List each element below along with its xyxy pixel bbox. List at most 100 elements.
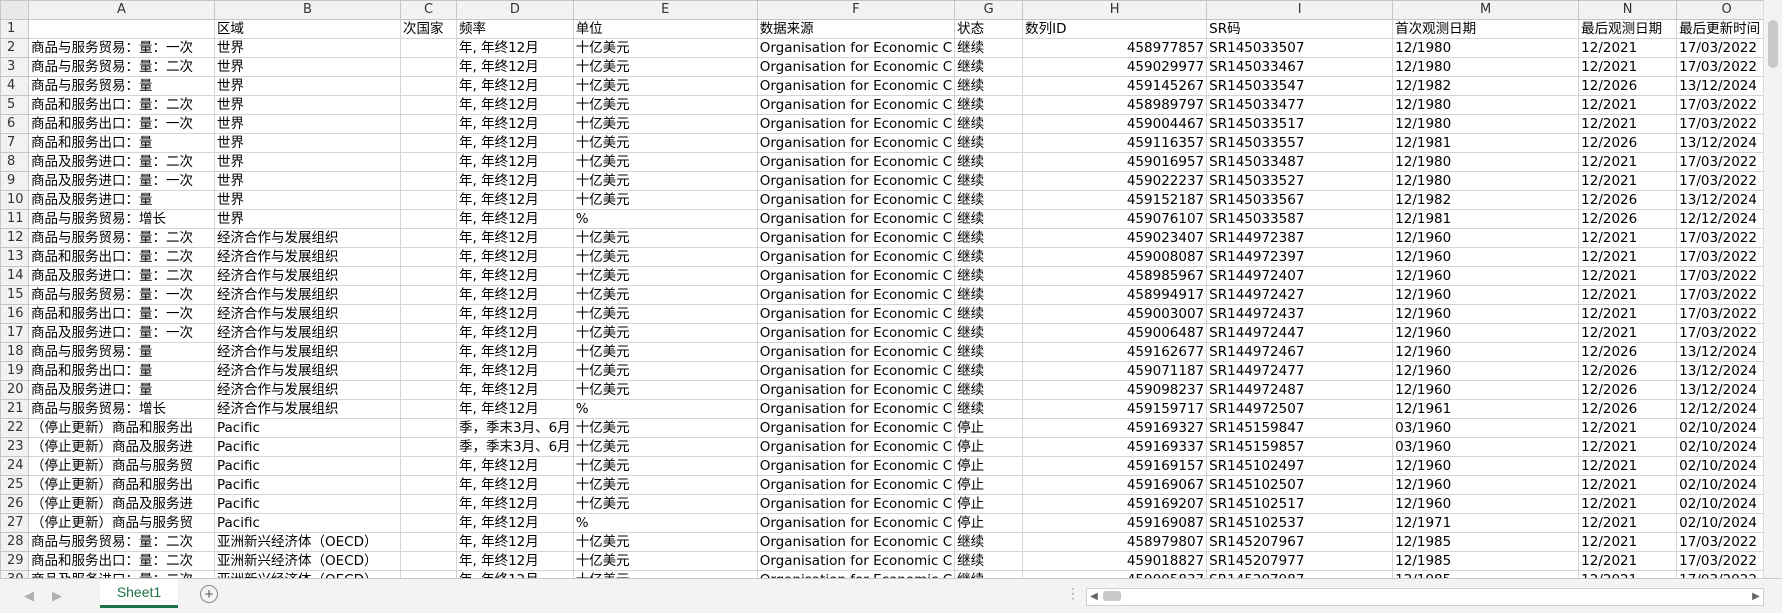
table-cell[interactable]: Organisation for Economic C — [756, 380, 956, 400]
table-cell[interactable]: Organisation for Economic C — [756, 285, 956, 305]
table-cell[interactable]: Organisation for Economic C — [756, 171, 956, 191]
table-cell[interactable]: 458979807 — [1022, 532, 1208, 552]
table-cell[interactable] — [400, 437, 457, 457]
table-cell[interactable]: 十亿美元 — [572, 323, 758, 343]
header-cell[interactable]: 数据来源 — [756, 19, 956, 39]
row-number[interactable]: 22 — [0, 418, 29, 438]
table-cell[interactable]: 商品与服务贸易：量 — [28, 342, 215, 362]
row-number[interactable]: 7 — [0, 133, 29, 153]
table-cell[interactable]: 458989797 — [1022, 95, 1208, 115]
table-cell[interactable]: 商品及服务进口：量：二次 — [28, 266, 215, 286]
column-header-g[interactable]: G — [954, 0, 1024, 20]
table-cell[interactable]: 12/1980 — [1392, 152, 1580, 172]
row-number[interactable]: 15 — [0, 285, 29, 305]
table-cell[interactable]: 商品与服务贸易：增长 — [28, 399, 215, 419]
table-cell[interactable] — [400, 570, 457, 578]
table-cell[interactable]: 12/2021 — [1578, 304, 1678, 324]
table-cell[interactable]: Organisation for Economic C — [756, 494, 956, 514]
table-cell[interactable]: 02/10/2024 — [1676, 475, 1778, 495]
table-cell[interactable]: 年, 年终12月 — [456, 57, 574, 77]
table-cell[interactable]: 年, 年终12月 — [456, 133, 574, 153]
table-cell[interactable]: 年, 年终12月 — [456, 513, 574, 533]
scroll-right-icon[interactable]: ▶ — [1749, 589, 1763, 605]
table-cell[interactable]: 12/2021 — [1578, 494, 1678, 514]
table-cell[interactable]: 17/03/2022 — [1676, 285, 1778, 305]
table-cell[interactable]: SR145102517 — [1206, 494, 1394, 514]
table-cell[interactable]: 12/1960 — [1392, 228, 1580, 248]
table-cell[interactable]: 12/2021 — [1578, 285, 1678, 305]
table-cell[interactable]: 03/1960 — [1392, 418, 1580, 438]
table-cell[interactable]: 17/03/2022 — [1676, 570, 1778, 578]
table-cell[interactable]: 商品和服务出口：量：一次 — [28, 304, 215, 324]
table-cell[interactable]: 十亿美元 — [572, 114, 758, 134]
table-cell[interactable]: 17/03/2022 — [1676, 57, 1778, 77]
table-cell[interactable]: 12/2026 — [1578, 342, 1678, 362]
table-cell[interactable]: 亚洲新兴经济体（OECD） — [214, 551, 401, 571]
column-header-e[interactable]: E — [572, 0, 758, 20]
row-number[interactable]: 23 — [0, 437, 29, 457]
table-cell[interactable]: 停止 — [954, 437, 1024, 457]
table-cell[interactable]: 12/1985 — [1392, 532, 1580, 552]
table-cell[interactable]: 12/2021 — [1578, 95, 1678, 115]
header-cell[interactable]: 最后更新时间 — [1676, 19, 1778, 39]
table-cell[interactable]: SR145033567 — [1206, 190, 1394, 210]
table-cell[interactable] — [400, 190, 457, 210]
table-cell[interactable]: 继续 — [954, 38, 1024, 58]
table-cell[interactable]: 12/1981 — [1392, 209, 1580, 229]
table-cell[interactable]: Organisation for Economic C — [756, 513, 956, 533]
table-cell[interactable]: 继续 — [954, 285, 1024, 305]
table-cell[interactable]: 12/1961 — [1392, 399, 1580, 419]
table-cell[interactable] — [400, 323, 457, 343]
table-cell[interactable]: 17/03/2022 — [1676, 323, 1778, 343]
table-cell[interactable]: 459005837 — [1022, 570, 1208, 578]
table-cell[interactable]: SR145033517 — [1206, 114, 1394, 134]
table-cell[interactable]: 继续 — [954, 570, 1024, 578]
table-cell[interactable]: 十亿美元 — [572, 551, 758, 571]
table-cell[interactable]: 459071187 — [1022, 361, 1208, 381]
horizontal-scroll-thumb[interactable] — [1103, 591, 1121, 601]
table-cell[interactable]: 458985967 — [1022, 266, 1208, 286]
table-cell[interactable]: （停止更新）商品及服务进 — [28, 437, 215, 457]
table-cell[interactable]: 十亿美元 — [572, 304, 758, 324]
table-cell[interactable]: SR145102507 — [1206, 475, 1394, 495]
table-cell[interactable]: SR145207987 — [1206, 570, 1394, 578]
table-cell[interactable]: 商品及服务进口：量：一次 — [28, 171, 215, 191]
table-cell[interactable]: 商品及服务进口：量：二次 — [28, 570, 215, 578]
table-cell[interactable] — [400, 456, 457, 476]
table-cell[interactable]: 十亿美元 — [572, 437, 758, 457]
table-cell[interactable]: （停止更新）商品及服务进 — [28, 494, 215, 514]
table-cell[interactable]: 12/2021 — [1578, 152, 1678, 172]
table-cell[interactable]: 十亿美元 — [572, 57, 758, 77]
table-cell[interactable]: 世界 — [214, 95, 401, 115]
table-cell[interactable]: 商品与服务贸易：量：二次 — [28, 57, 215, 77]
table-cell[interactable] — [400, 361, 457, 381]
table-cell[interactable]: 12/1960 — [1392, 285, 1580, 305]
table-cell[interactable]: SR145033557 — [1206, 133, 1394, 153]
table-cell[interactable]: 17/03/2022 — [1676, 38, 1778, 58]
table-cell[interactable]: 12/1982 — [1392, 190, 1580, 210]
table-cell[interactable]: 12/1960 — [1392, 342, 1580, 362]
table-cell[interactable]: Organisation for Economic C — [756, 209, 956, 229]
table-cell[interactable]: 经济合作与发展组织 — [214, 323, 401, 343]
table-cell[interactable]: 继续 — [954, 266, 1024, 286]
table-cell[interactable] — [400, 209, 457, 229]
table-cell[interactable]: （停止更新）商品和服务出 — [28, 418, 215, 438]
table-cell[interactable]: 十亿美元 — [572, 76, 758, 96]
table-cell[interactable]: 世界 — [214, 190, 401, 210]
table-cell[interactable]: 12/12/2024 — [1676, 399, 1778, 419]
table-cell[interactable]: 459116357 — [1022, 133, 1208, 153]
table-cell[interactable]: 年, 年终12月 — [456, 38, 574, 58]
table-cell[interactable]: 十亿美元 — [572, 171, 758, 191]
header-cell[interactable]: SR码 — [1206, 19, 1394, 39]
table-cell[interactable]: 停止 — [954, 418, 1024, 438]
column-header-f[interactable]: F — [756, 0, 956, 20]
table-cell[interactable]: SR144972437 — [1206, 304, 1394, 324]
table-cell[interactable]: 年, 年终12月 — [456, 285, 574, 305]
table-cell[interactable]: 世界 — [214, 38, 401, 58]
table-cell[interactable]: 12/2021 — [1578, 247, 1678, 267]
table-cell[interactable]: Organisation for Economic C — [756, 399, 956, 419]
table-cell[interactable]: 459004467 — [1022, 114, 1208, 134]
table-cell[interactable]: SR145159857 — [1206, 437, 1394, 457]
table-cell[interactable]: 继续 — [954, 209, 1024, 229]
table-cell[interactable]: 世界 — [214, 76, 401, 96]
